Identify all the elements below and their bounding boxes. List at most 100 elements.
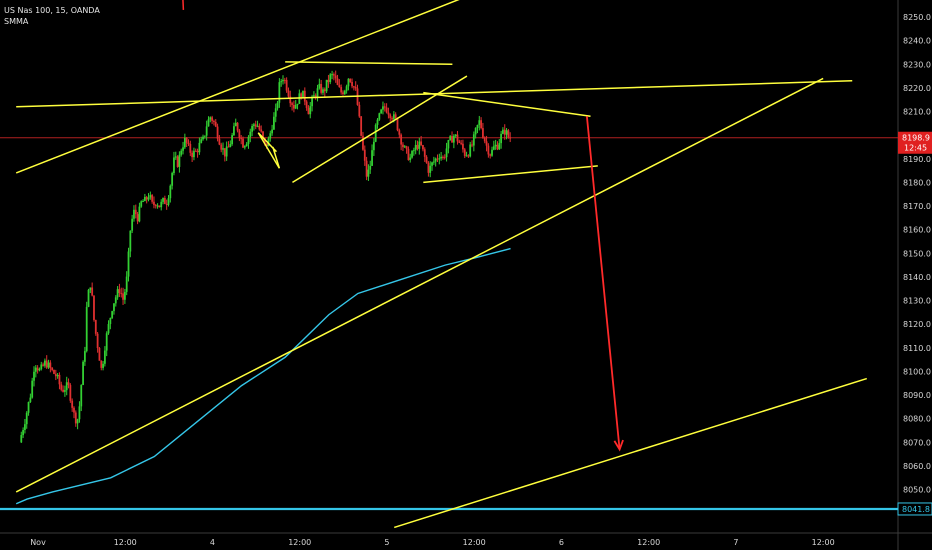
candle-body — [403, 146, 406, 148]
candle-body — [251, 125, 254, 132]
candle-body — [142, 201, 144, 203]
trendline — [285, 61, 453, 66]
candle-body — [320, 83, 323, 93]
candle-body — [476, 124, 479, 128]
candle-body — [407, 148, 410, 161]
candle-body — [391, 118, 393, 120]
candle-body — [323, 89, 326, 92]
candle-body — [249, 131, 252, 137]
candle-body — [363, 149, 366, 161]
candle-body — [491, 149, 493, 156]
price-chart[interactable]: 8050.0 8060.0 8070.0 8080.0 8090.0 8100.0 8110… — [0, 0, 932, 550]
candle-body — [327, 79, 330, 83]
last-price-value: 8198.9 — [902, 134, 930, 143]
candle-body — [62, 389, 64, 392]
candle-body — [411, 151, 413, 158]
candle-body — [245, 144, 248, 147]
candle-body — [243, 146, 246, 148]
candle-body — [269, 133, 272, 139]
candle-body — [314, 95, 317, 97]
candle-body — [289, 96, 292, 104]
candle-body — [271, 129, 273, 134]
candle-body — [282, 79, 284, 82]
candle-body — [414, 144, 417, 151]
candle-body — [471, 144, 473, 146]
candle-body — [274, 108, 277, 117]
candle-body — [492, 146, 495, 150]
candle-body — [73, 407, 75, 413]
candle-body — [193, 150, 195, 158]
candle-body — [125, 276, 128, 292]
candle-body — [71, 400, 74, 408]
candle-body — [302, 90, 304, 98]
candle-body — [229, 144, 232, 148]
candle-body — [334, 75, 337, 79]
candle-body — [394, 114, 397, 119]
candle-body — [44, 360, 46, 366]
candle-body — [360, 116, 363, 136]
y-tick-label: 8080.0 — [903, 415, 931, 424]
candle-body — [316, 88, 319, 97]
candle-body — [427, 162, 430, 173]
candle-body — [472, 134, 475, 146]
candle-body — [494, 144, 497, 147]
candle-body — [332, 74, 335, 76]
candle-body — [234, 122, 237, 127]
candle-body — [143, 196, 146, 202]
candle-body — [293, 104, 295, 109]
candle-body — [140, 201, 143, 207]
plot-area — [0, 0, 898, 529]
candle-body — [85, 306, 88, 352]
y-tick-label: 8210.0 — [903, 108, 931, 117]
candle-body — [294, 104, 297, 109]
candle-body — [114, 297, 117, 304]
candle-body — [454, 134, 457, 136]
candle-body — [485, 141, 488, 146]
candle-body — [256, 125, 259, 127]
candle-body — [225, 146, 228, 157]
y-tick-label: 8110.0 — [903, 344, 931, 353]
y-tick-label: 8190.0 — [903, 155, 931, 164]
candle-body — [400, 134, 403, 145]
candle-body — [451, 136, 453, 143]
candle-body — [134, 209, 137, 215]
candle-body — [483, 137, 486, 142]
candle-body — [129, 230, 132, 252]
candle-body — [340, 87, 343, 93]
forecast-arrow — [585, 116, 621, 450]
candle-body — [102, 363, 104, 368]
candle-body — [283, 79, 286, 81]
candle-body — [247, 136, 250, 145]
candle-body — [254, 124, 257, 127]
candle-body — [34, 367, 37, 372]
candle-body — [342, 92, 344, 95]
candle-body — [173, 157, 175, 174]
candle-body — [205, 126, 208, 136]
x-tick-label: 4 — [210, 538, 215, 547]
candle-body — [214, 121, 217, 127]
candle-body — [165, 203, 168, 205]
x-tick-label: Nov — [30, 538, 46, 547]
candle-body — [489, 154, 492, 156]
candle-body — [307, 108, 310, 115]
candle-body — [396, 118, 399, 131]
candle-body — [76, 419, 79, 424]
candle-body — [111, 311, 114, 318]
candle-body — [482, 128, 484, 138]
candle-body — [56, 374, 59, 377]
candle-body — [109, 317, 112, 325]
candle-body — [103, 350, 106, 364]
candle-body — [113, 303, 115, 312]
candle-body — [96, 333, 99, 349]
candle-body — [238, 130, 241, 139]
y-tick-label: 8060.0 — [903, 462, 931, 471]
candle-body — [422, 145, 424, 150]
candle-body — [127, 251, 130, 277]
candle-body — [305, 101, 308, 109]
candle-body — [432, 161, 435, 163]
candle-body — [280, 81, 283, 83]
x-tick-label: 7 — [733, 538, 738, 547]
candle-body — [285, 79, 288, 91]
y-tick-label: 8100.0 — [903, 367, 931, 376]
candle-body — [374, 124, 377, 142]
